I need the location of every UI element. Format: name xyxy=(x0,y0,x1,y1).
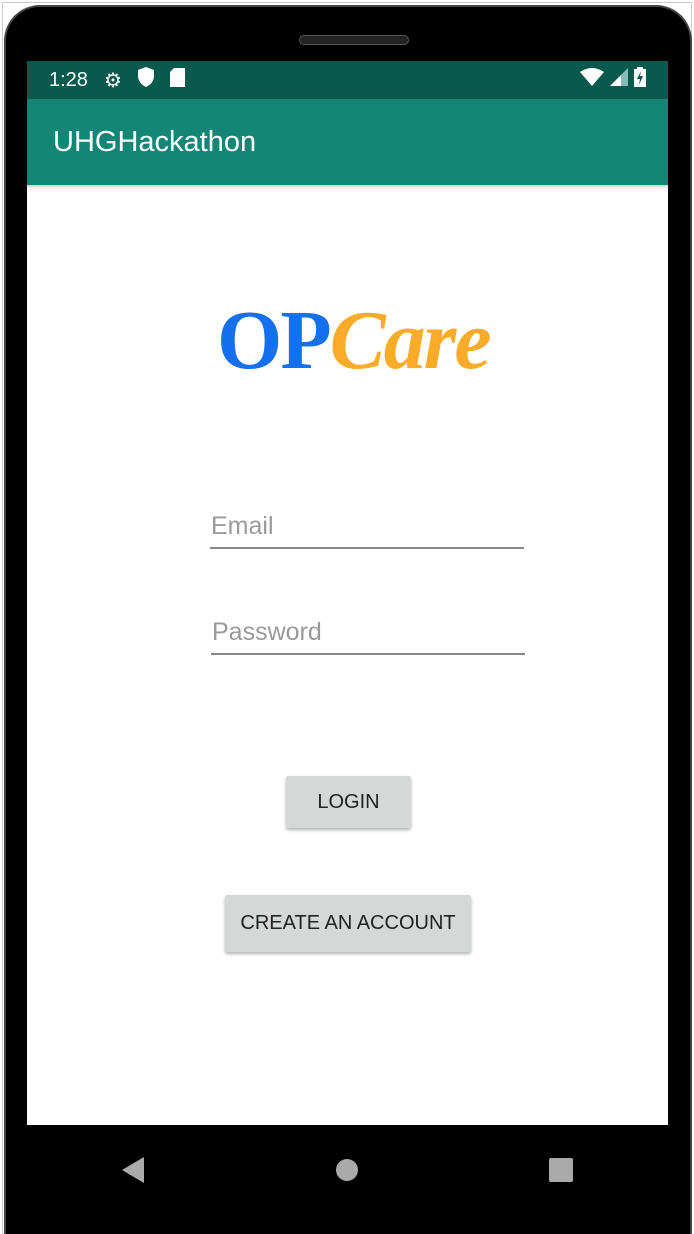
home-icon[interactable] xyxy=(335,1158,359,1187)
password-field[interactable] xyxy=(211,611,525,655)
shield-icon xyxy=(137,67,154,93)
status-bar: 1:28 ⚙ xyxy=(27,61,668,99)
app-title: UHGHackathon xyxy=(53,125,257,158)
email-field[interactable] xyxy=(210,505,524,549)
recents-icon[interactable] xyxy=(549,1158,574,1187)
sd-card-icon xyxy=(169,67,185,93)
logo-care: Care xyxy=(329,294,492,387)
gear-icon: ⚙ xyxy=(103,69,122,92)
app-bar: UHGHackathon xyxy=(27,99,668,185)
screen: 1:28 ⚙ UHGHackathon xyxy=(27,61,668,1125)
signal-icon xyxy=(610,68,628,92)
opcare-logo: OPCare xyxy=(217,292,492,389)
battery-charging-icon xyxy=(634,67,646,93)
wifi-icon xyxy=(580,68,604,92)
create-account-button[interactable]: CREATE AN ACCOUNT xyxy=(225,895,471,952)
status-time: 1:28 xyxy=(49,68,88,91)
speaker xyxy=(299,35,409,45)
password-input[interactable] xyxy=(211,611,525,653)
logo-op: OP xyxy=(217,294,332,387)
back-icon[interactable] xyxy=(121,1157,146,1188)
login-button[interactable]: LOGIN xyxy=(286,776,411,828)
email-input[interactable] xyxy=(210,505,524,547)
navigation-bar xyxy=(27,1125,668,1220)
